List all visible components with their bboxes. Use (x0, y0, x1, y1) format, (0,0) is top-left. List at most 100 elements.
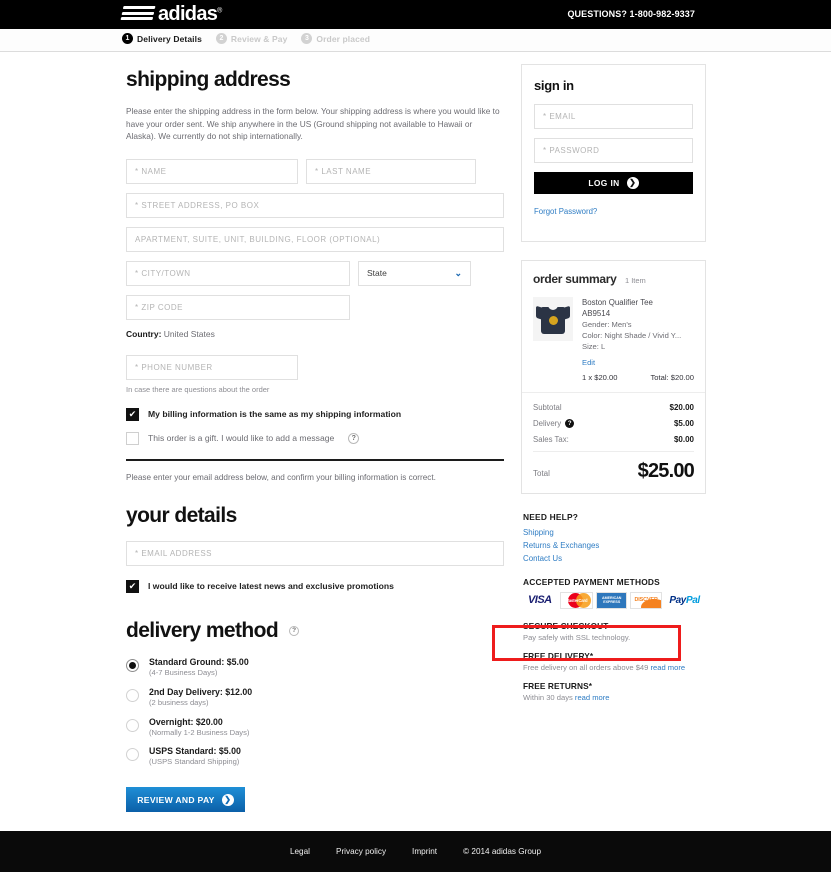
product-thumbnail[interactable] (533, 297, 573, 341)
billing-same-row[interactable]: My billing information is the same as my… (126, 407, 504, 421)
need-help-block: NEED HELP? Shipping Returns & Exchanges … (521, 512, 706, 609)
order-totals: Subtotal $20.00 Delivery ? $5.00 Sales T… (522, 392, 705, 493)
order-product-row: Boston Qualifier Tee AB9514 Gender: Men'… (522, 295, 705, 392)
page-footer: Legal Privacy policy Imprint © 2014 adid… (0, 831, 831, 872)
delivery-option-usps[interactable]: USPS Standard: $5.00 (USPS Standard Ship… (126, 746, 504, 767)
visa-icon: VISA (523, 591, 557, 609)
product-gender: Gender: Men's (582, 320, 632, 330)
radio-overnight[interactable] (126, 718, 139, 732)
step-2-number: 2 (215, 33, 227, 44)
email-address-input[interactable]: * EMAIL ADDRESS (126, 540, 504, 566)
country-label: Country: (126, 328, 162, 339)
zip-code-input[interactable]: * ZIP CODE (126, 294, 350, 320)
product-sku: AB9514 (582, 309, 611, 319)
state-select-value: State (367, 268, 387, 279)
billing-note: Please enter your email address below, a… (126, 472, 436, 482)
review-and-pay-label: REVIEW AND PAY (137, 794, 215, 805)
sidebar-column: sign in * EMAIL * PASSWORD LOG IN ❯ Forg… (521, 64, 706, 711)
page-title: shipping address (126, 68, 291, 91)
free-returns-sub: Within 30 days (523, 692, 575, 702)
gift-row[interactable]: This order is a gift. I would like to ad… (126, 431, 504, 445)
link-contact-us[interactable]: Contact Us (523, 553, 704, 566)
trust-badges: SECURE CHECKOUT Pay safely with SSL tech… (521, 621, 706, 702)
payment-method-logos: VISA MasterCard AMERICAN EXPRESS DISCVER… (523, 591, 704, 609)
trust-secure-checkout: SECURE CHECKOUT Pay safely with SSL tech… (523, 621, 704, 642)
step-review-and-pay[interactable]: 2 Review & Pay (215, 33, 287, 44)
product-color: Color: Night Shade / Vivid Y... (582, 331, 682, 341)
delivery-value: $5.00 (673, 419, 694, 429)
apartment-input[interactable]: APARTMENT, SUITE, UNIT, BUILDING, FLOOR … (126, 226, 504, 252)
step-order-placed[interactable]: 3 Order placed (301, 33, 370, 44)
footer-link-privacy-policy[interactable]: Privacy policy (336, 847, 386, 856)
delivery-option-1-sub: (2 business days) (149, 697, 209, 707)
gift-checkbox[interactable] (126, 431, 139, 445)
city-state-row: * CITY/TOWN State ⌄ (126, 260, 504, 295)
delivery-method-heading: delivery method ? (126, 619, 504, 643)
phone-number-input[interactable]: * PHONE NUMBER (126, 354, 298, 380)
link-returns-exchanges[interactable]: Returns & Exchanges (523, 540, 704, 553)
street-address-input[interactable]: * STREET ADDRESS, PO BOX (126, 192, 504, 218)
free-returns-read-more[interactable]: read more (575, 693, 610, 702)
secure-checkout-sub: Pay safely with SSL technology. (523, 632, 631, 642)
discover-icon: DISCVER (630, 591, 663, 609)
questions-phone: QUESTIONS? 1-800-982-9337 (567, 9, 695, 19)
product-qty-row: 1 x $20.00 Total: $20.00 (582, 373, 694, 382)
step-3-label: Order placed (316, 33, 371, 44)
delivery-option-2-sub: (Normally 1-2 Business Days) (149, 727, 250, 737)
footer-links: Legal Privacy policy Imprint © 2014 adid… (290, 847, 541, 856)
paypal-pay: Pay (669, 594, 686, 606)
radio-2nd-day[interactable] (126, 688, 139, 702)
link-shipping[interactable]: Shipping (523, 527, 704, 540)
radio-standard-ground[interactable] (126, 658, 139, 672)
signin-email-input[interactable]: * EMAIL (534, 104, 693, 129)
accepted-payment-title: ACCEPTED PAYMENT METHODS (523, 576, 660, 587)
grand-total-label: Total (533, 469, 550, 479)
delivery-option-standard-ground[interactable]: Standard Ground: $5.00 (4-7 Business Day… (126, 657, 504, 678)
sales-tax-row: Sales Tax: $0.00 (533, 435, 694, 444)
arrow-right-icon: ❯ (221, 793, 234, 806)
delivery-option-0-label: Standard Ground: $5.00 (149, 656, 249, 667)
subtotal-value: $20.00 (669, 403, 694, 413)
promotions-label: I would like to receive latest news and … (148, 581, 394, 592)
name-row: * NAME * LAST NAME (126, 158, 504, 193)
state-select[interactable]: State ⌄ (358, 260, 471, 286)
promotions-row[interactable]: I would like to receive latest news and … (126, 579, 504, 593)
delivery-option-2nd-day[interactable]: 2nd Day Delivery: $12.00 (2 business day… (126, 687, 504, 708)
last-name-input[interactable]: * LAST NAME (306, 158, 476, 184)
delivery-option-overnight[interactable]: Overnight: $20.00 (Normally 1-2 Business… (126, 717, 504, 738)
product-line-total: Total: $20.00 (650, 373, 695, 383)
shipping-intro-text: Please enter the shipping address in the… (126, 106, 500, 142)
delivery-help-icon[interactable]: ? (565, 419, 575, 429)
grand-total-value: $25.00 (637, 460, 695, 483)
promotions-checkbox[interactable] (126, 579, 139, 593)
signin-password-input[interactable]: * PASSWORD (534, 138, 693, 163)
radio-usps[interactable] (126, 748, 139, 762)
log-in-label: LOG IN (588, 178, 620, 188)
free-delivery-read-more[interactable]: read more (650, 663, 685, 672)
gift-help-icon[interactable]: ? (348, 432, 360, 444)
product-edit-link[interactable]: Edit (582, 358, 595, 367)
paypal-icon: Pay Pal (665, 591, 704, 609)
checkout-form-column: shipping address Please enter the shippi… (126, 68, 504, 813)
adidas-logo[interactable]: adidas® (120, 3, 222, 24)
delivery-help-icon[interactable]: ? (289, 625, 300, 636)
first-name-input[interactable]: * NAME (126, 158, 298, 184)
trust-free-delivery: FREE DELIVERY* Free delivery on all orde… (523, 651, 704, 672)
log-in-button[interactable]: LOG IN ❯ (534, 172, 693, 194)
step-1-label: Delivery Details (137, 33, 202, 44)
city-input[interactable]: * CITY/TOWN (126, 260, 350, 286)
subtotal-label: Subtotal (533, 403, 562, 413)
step-3-number: 3 (301, 33, 313, 44)
forgot-password-link[interactable]: Forgot Password? (534, 207, 597, 216)
billing-same-checkbox[interactable] (126, 407, 139, 421)
grand-total-row: Total $25.00 (533, 451, 695, 483)
step-delivery-details[interactable]: 1 Delivery Details (122, 33, 202, 44)
footer-link-imprint[interactable]: Imprint (412, 847, 437, 856)
amex-icon: AMERICAN EXPRESS (596, 591, 628, 609)
product-info: Boston Qualifier Tee AB9514 Gender: Men'… (582, 297, 694, 382)
phone-hint: In case there are questions about the or… (126, 384, 270, 394)
footer-link-legal[interactable]: Legal (290, 847, 310, 856)
review-and-pay-button[interactable]: REVIEW AND PAY ❯ (126, 787, 245, 813)
arrow-right-icon: ❯ (626, 177, 639, 189)
country-value: United States (163, 328, 215, 339)
